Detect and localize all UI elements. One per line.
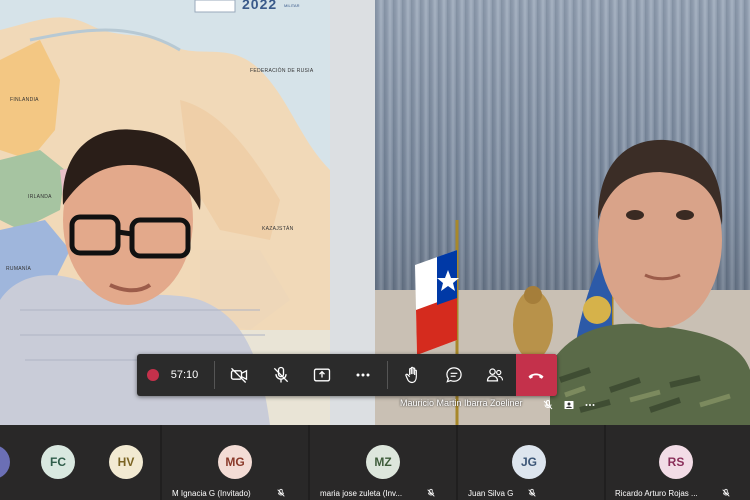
avatar: JG — [512, 445, 546, 479]
participants-icon — [487, 368, 504, 382]
camera-toggle-button[interactable] — [219, 354, 260, 396]
avatar: MG — [218, 445, 252, 479]
participant-name: maria jose zuleta (Inv... — [320, 489, 403, 498]
mic-toggle-button[interactable] — [260, 354, 301, 396]
share-screen-button[interactable] — [301, 354, 342, 396]
video-stage: 2022 MILITAR FEDERACIÓN DE RUSIA FINLAND… — [0, 0, 750, 425]
mic-off-icon — [528, 488, 536, 497]
hang-up-icon — [528, 373, 544, 379]
camera-off-icon — [231, 367, 248, 383]
raise-hand-button[interactable] — [392, 354, 433, 396]
share-screen-icon — [313, 368, 330, 382]
hang-up-button[interactable] — [515, 354, 558, 396]
avatar: MZ — [366, 445, 400, 479]
avatar: HV — [109, 445, 143, 479]
map-label-finland: FINLANDIA — [10, 97, 39, 103]
speaker-right-figure — [550, 139, 750, 425]
map-year: 2022 — [242, 0, 278, 12]
chat-button[interactable] — [434, 354, 475, 396]
more-options-button[interactable] — [342, 354, 383, 396]
mic-off-icon — [277, 488, 285, 497]
avatar: FC — [41, 445, 75, 479]
mic-off-icon — [722, 488, 730, 497]
recording-indicator-icon — [147, 369, 159, 381]
mic-off-icon — [273, 366, 288, 383]
call-timer: 57:10 — [170, 369, 199, 381]
participant-tile[interactable]: FC HV — [0, 425, 160, 500]
raise-hand-icon — [405, 366, 417, 384]
more-options-icon — [356, 373, 370, 377]
participant-name: M Ignacia G (Invitado) — [172, 489, 251, 498]
mic-off-icon — [427, 488, 435, 497]
more-options-icon[interactable] — [584, 399, 596, 411]
participant-name: Juan Silva G — [468, 489, 514, 498]
call-toolbar: 57:10 — [137, 354, 558, 396]
chat-icon — [446, 367, 462, 383]
participant-name-tag: Mauricio Martin Ibarra Zoeliner — [400, 398, 523, 408]
map-subtitle: MILITAR — [284, 3, 300, 8]
participants-button[interactable] — [475, 354, 516, 396]
mic-off-icon — [543, 400, 553, 410]
pin-participant-icon[interactable] — [563, 399, 575, 411]
avatar: RS — [659, 445, 693, 479]
map-label-russia: FEDERACIÓN DE RUSIA — [250, 68, 314, 74]
participant-name: Ricardo Arturo Rojas ... — [615, 489, 698, 498]
avatar — [0, 445, 10, 479]
